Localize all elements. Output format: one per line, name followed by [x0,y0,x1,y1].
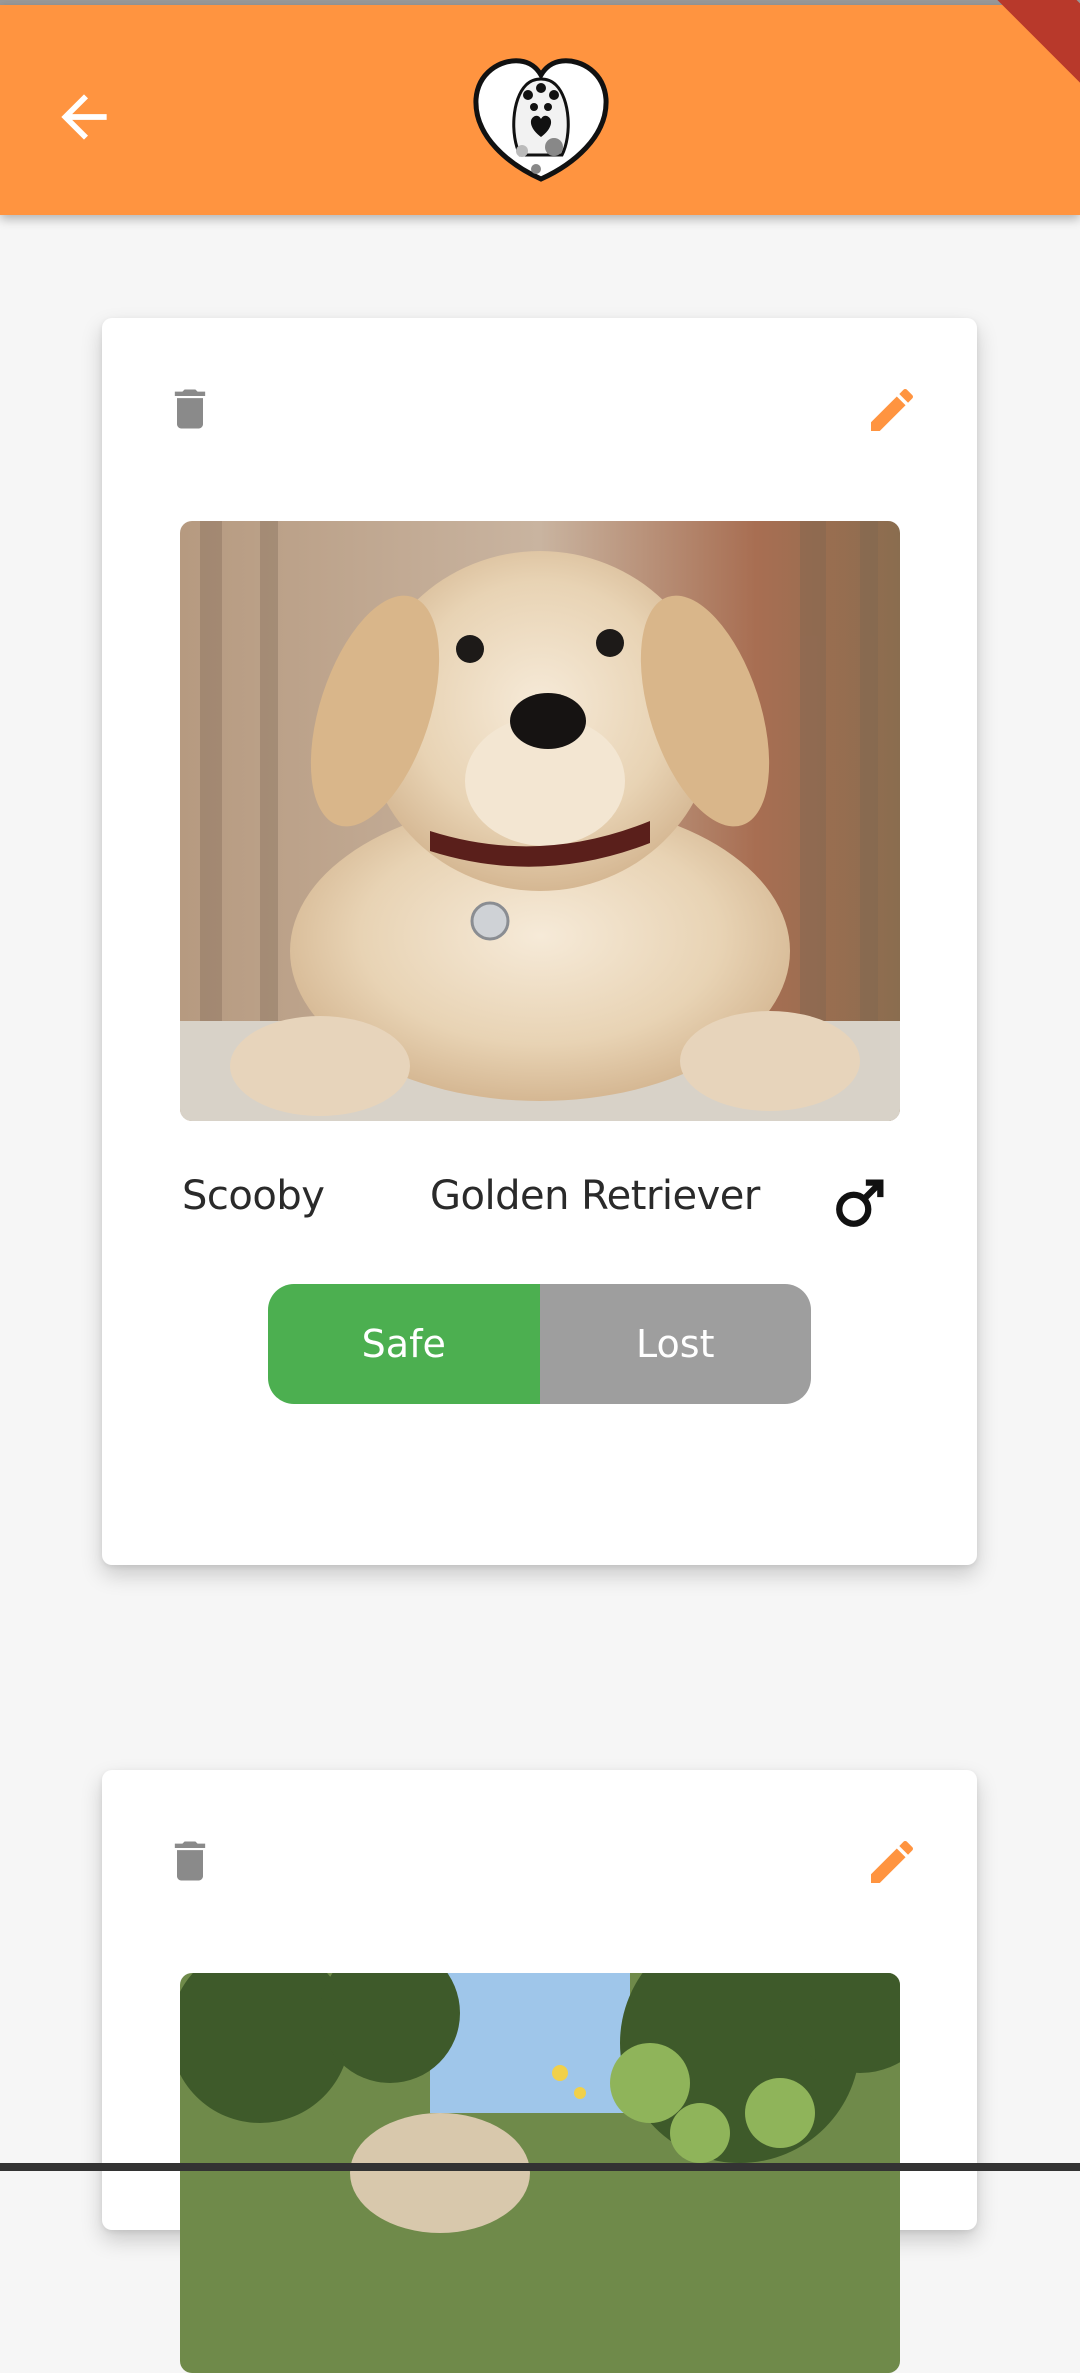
trash-icon[interactable] [164,380,216,438]
pet-card [102,1770,977,2373]
male-icon [832,1173,890,1231]
pet-name: Scooby [182,1173,325,1219]
arrow-back-icon[interactable] [50,83,118,151]
app-bar [0,0,1080,215]
pet-photo [180,1973,900,2373]
heart-paw-logo-icon [470,55,612,185]
debug-banner [966,0,1080,97]
edit-pencil-icon[interactable] [864,1834,920,1890]
status-option-lost[interactable]: Lost [539,1284,811,1404]
navigation-bar-edge [0,2163,1080,2171]
pet-breed: Golden Retriever [430,1173,760,1219]
edit-pencil-icon[interactable] [864,382,920,438]
pet-card: Scooby Golden Retriever Safe Lost [102,318,977,1565]
status-option-safe[interactable]: Safe [268,1284,540,1404]
pet-photo [180,521,900,1121]
trash-icon[interactable] [164,1832,216,1890]
status-toggle: Safe Lost [268,1284,811,1404]
